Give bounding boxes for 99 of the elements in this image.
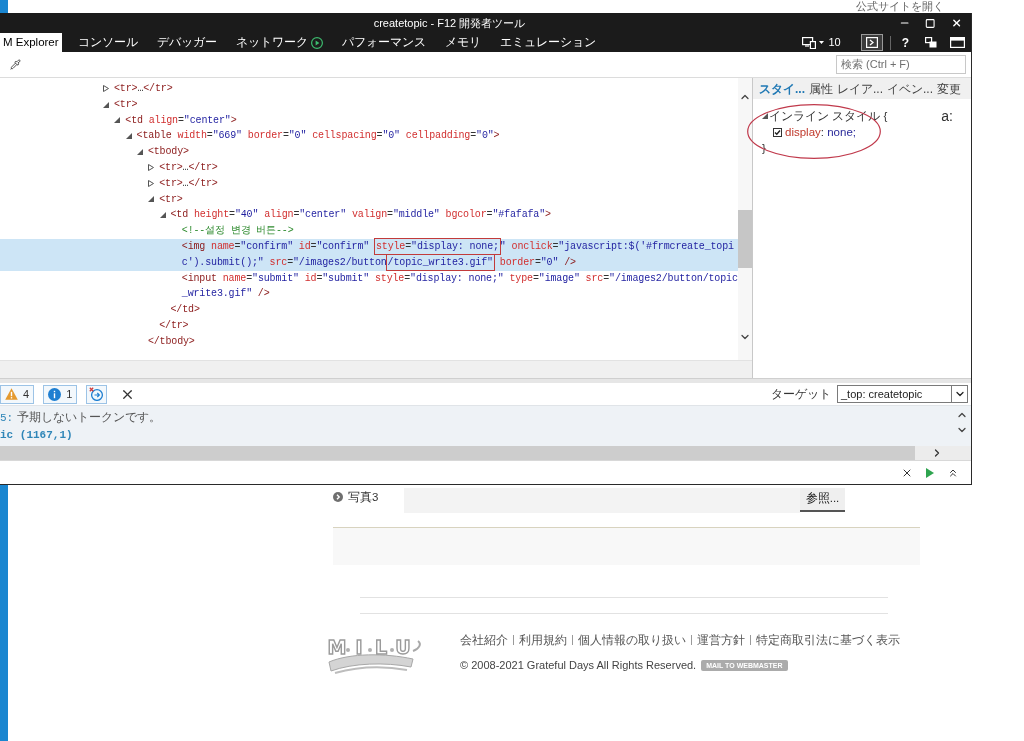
devtools-tab[interactable]: エミュレーション bbox=[496, 33, 599, 52]
dom-tree-row[interactable]: <tr>…</tr> bbox=[0, 81, 738, 97]
collapsed-triangle-icon[interactable] bbox=[148, 164, 155, 172]
console-message: 5: 予期しないトークンです。 bbox=[0, 409, 162, 426]
logo: M I L U bbox=[325, 629, 425, 677]
code-text: <img name="confirm" id="confirm" style="display: none;" onclick="javascript:$('#frmcreate_topi c').submit();" src="/images2/button/topic_write3.gif" border="0" /> bbox=[181, 238, 734, 271]
code-text: <td align="center"> bbox=[125, 113, 237, 128]
expanded-triangle-icon[interactable] bbox=[136, 149, 143, 156]
footer-link[interactable]: 個人情報の取り扱い bbox=[578, 633, 686, 647]
pseudo-state-button[interactable]: a: bbox=[941, 108, 953, 124]
dom-tree-row[interactable]: <!--설정 변경 버튼--> bbox=[0, 223, 738, 239]
source-link[interactable]: 5: bbox=[0, 412, 14, 424]
double-chevron-up-icon[interactable] bbox=[947, 467, 959, 479]
clear-on-navigate-button[interactable] bbox=[86, 384, 108, 404]
code-text: <tr> bbox=[159, 192, 183, 207]
code-text: </tbody> bbox=[147, 334, 195, 349]
prompt-icon bbox=[865, 37, 878, 48]
devtools-tab[interactable]: コンソール bbox=[74, 33, 141, 52]
code-text: <table width="669" border="0" cellspacing="0" cellpadding="0"> bbox=[136, 129, 500, 144]
caret-icon[interactable] bbox=[819, 41, 825, 44]
expanded-triangle-icon[interactable] bbox=[148, 196, 155, 203]
styles-tab[interactable]: スタイ... bbox=[759, 79, 805, 98]
clear-on-navigate-icon bbox=[89, 387, 105, 401]
eyedropper-icon[interactable] bbox=[10, 59, 21, 70]
horizontal-scrollbar[interactable] bbox=[0, 360, 752, 378]
code-text: <tr>…</tr> bbox=[114, 82, 173, 96]
devices-icon[interactable] bbox=[802, 36, 817, 49]
help-button[interactable]: ? bbox=[901, 36, 909, 49]
expanded-triangle-icon[interactable] bbox=[159, 212, 166, 219]
source-link[interactable]: ic (1167,1) bbox=[0, 427, 73, 444]
warning-icon bbox=[5, 388, 18, 400]
copyright-text: © 2008-2021 Grateful Days All Rights Reserved. bbox=[460, 658, 697, 673]
dom-tree-row[interactable]: <td height="40" align="center" valign="middle" bgcolor="#fafafa"> bbox=[0, 207, 738, 224]
scrollbar-thumb[interactable] bbox=[738, 210, 752, 268]
rule-selector: インライン スタイル { bbox=[769, 109, 888, 124]
style-property[interactable]: display: none; bbox=[785, 124, 856, 140]
close-icon[interactable] bbox=[950, 17, 962, 29]
search-field[interactable]: 検索 (Ctrl + F) bbox=[836, 55, 966, 74]
play-icon[interactable] bbox=[926, 468, 934, 478]
console-toggle-button[interactable] bbox=[860, 34, 883, 51]
dom-tree-row[interactable]: <table width="669" border="0" cellspacing="0" cellpadding="0"> bbox=[0, 128, 738, 145]
code-text: <tr> bbox=[114, 97, 138, 112]
window-icon[interactable] bbox=[950, 37, 965, 48]
code-text: <input name="submit" id="submit" style="display: none;" type="image" src="/images2/button/topic _write3.gif" /> bbox=[181, 271, 738, 302]
styles-tab[interactable]: 属性 bbox=[809, 79, 833, 98]
checkbox-icon[interactable] bbox=[773, 127, 782, 137]
styles-tab[interactable]: 変更 bbox=[937, 79, 962, 98]
styles-tab[interactable]: レイア... bbox=[837, 79, 884, 98]
code-text: <!--설정 변경 버튼--> bbox=[181, 224, 294, 239]
info-icon bbox=[48, 387, 62, 401]
maximize-icon[interactable] bbox=[925, 17, 936, 29]
dom-tree-row[interactable]: <tr> bbox=[0, 96, 738, 113]
target-label: ターゲット bbox=[771, 386, 831, 403]
footer-link[interactable]: 運営方針 bbox=[697, 633, 745, 647]
devtools-tab[interactable]: デバッガー bbox=[153, 33, 220, 52]
document-mode-value[interactable]: 10 bbox=[828, 34, 841, 51]
code-text: <tbody> bbox=[147, 145, 189, 160]
collapsed-triangle-icon[interactable] bbox=[148, 180, 155, 188]
dom-tree-row[interactable]: <tr>…</tr> bbox=[0, 175, 738, 192]
styles-tab[interactable]: イベン... bbox=[887, 79, 934, 98]
footer-link[interactable]: 特定商取引法に基づく表示 bbox=[756, 633, 900, 647]
code-text: <tr>…</tr> bbox=[159, 176, 218, 191]
devtools-tab[interactable]: パフォーマンス bbox=[338, 33, 429, 52]
expanded-triangle-icon[interactable] bbox=[103, 101, 109, 108]
target-select[interactable]: _top: createtopic bbox=[837, 385, 968, 403]
dom-tree-row[interactable]: <input name="submit" id="submit" style="display: none;" type="image" src="/images2/button/topic _write3.gif" /> bbox=[0, 270, 738, 303]
play-circle-icon bbox=[310, 36, 323, 49]
window-title: createtopic - F12 開発者ツール bbox=[372, 15, 527, 31]
browse-button[interactable]: 参照... bbox=[800, 488, 845, 512]
scrollbar-thumb[interactable] bbox=[0, 446, 915, 460]
console-filter-button[interactable]: 1 bbox=[43, 384, 78, 404]
dock-icon[interactable] bbox=[925, 37, 937, 48]
vertical-scrollbar[interactable] bbox=[738, 78, 752, 360]
devtools-tab[interactable]: メモリ bbox=[441, 33, 484, 52]
file-path-field[interactable] bbox=[404, 488, 800, 513]
code-text: </tr> bbox=[159, 318, 189, 333]
clear-input-icon[interactable] bbox=[901, 467, 913, 479]
dom-tree-row[interactable]: <tbody> bbox=[0, 144, 738, 160]
code-text: <tr>…</tr> bbox=[159, 161, 218, 175]
expanded-triangle-icon[interactable] bbox=[762, 113, 768, 119]
dom-tree-row[interactable]: <tr> bbox=[0, 191, 738, 208]
expanded-triangle-icon[interactable] bbox=[125, 133, 132, 140]
collapsed-triangle-icon[interactable] bbox=[103, 85, 109, 93]
dom-tree-row[interactable]: <img name="confirm" id="confirm" style="display: none;" onclick="javascript:$('#frmcreate_topi c').submit();" src="/images2/button/topic_write3.gif" border="0" /> bbox=[0, 238, 738, 271]
expanded-triangle-icon[interactable] bbox=[114, 117, 121, 124]
open-site-link[interactable]: 公式サイトを開く bbox=[856, 0, 944, 13]
devtools-tab[interactable]: ネットワーク bbox=[232, 33, 326, 52]
code-text: </td> bbox=[170, 303, 200, 318]
rule-closing-brace: } bbox=[762, 141, 767, 156]
footer-link[interactable]: 利用規約 bbox=[519, 633, 567, 647]
dom-tree-row[interactable]: <tr>…</tr> bbox=[0, 160, 738, 176]
browser-edge-strip bbox=[0, 0, 8, 13]
devtools-tab[interactable]: M Explorer bbox=[0, 33, 62, 52]
code-text: <td height="40" align="center" valign="middle" bgcolor="#fafafa"> bbox=[170, 208, 551, 223]
footer-link[interactable]: 会社紹介 bbox=[460, 633, 508, 647]
bullet-arrow-icon bbox=[333, 492, 343, 502]
dom-tree-row[interactable]: <td align="center"> bbox=[0, 112, 738, 129]
console-filter-button[interactable]: 4 bbox=[0, 384, 35, 404]
field-label: 写真3 bbox=[348, 491, 379, 504]
